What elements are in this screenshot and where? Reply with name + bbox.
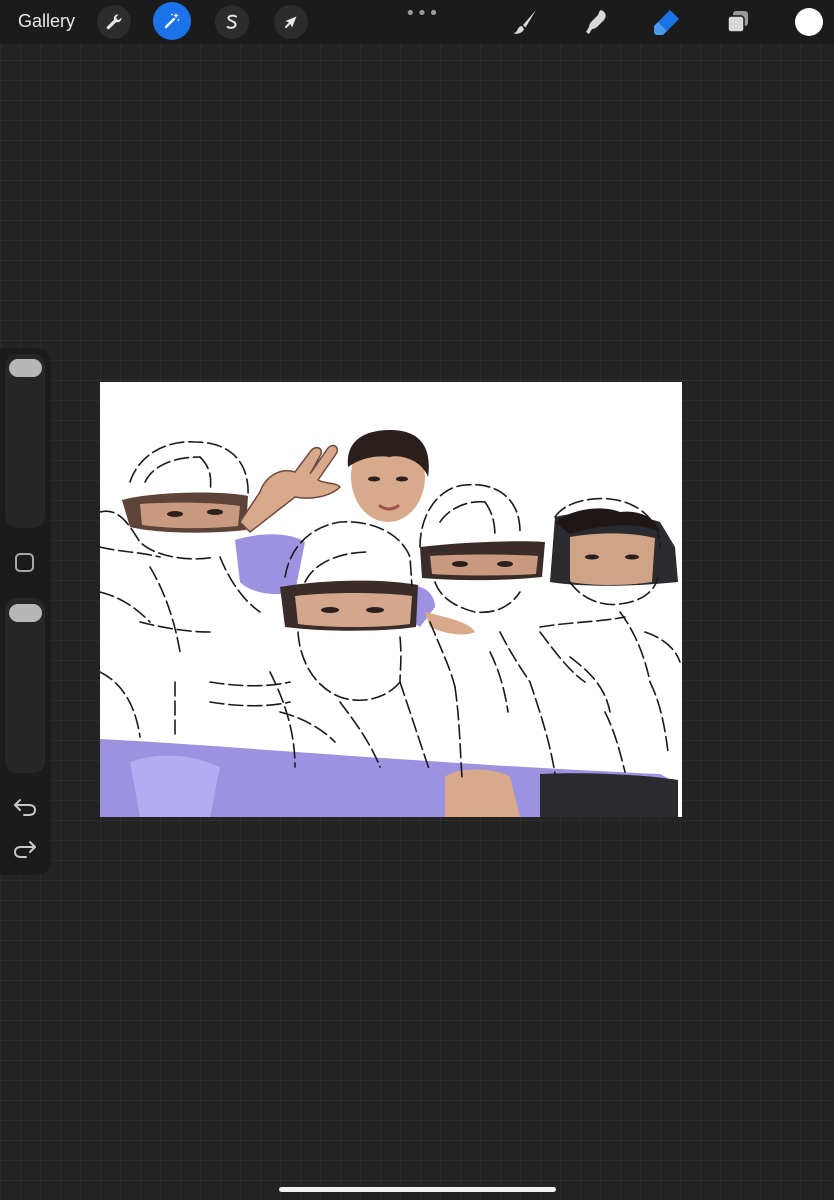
brush-button[interactable]: [509, 6, 541, 38]
gallery-button[interactable]: Gallery: [18, 11, 75, 32]
redo-icon[interactable]: [12, 838, 38, 860]
undo-icon[interactable]: [12, 796, 38, 818]
brush-size-handle[interactable]: [9, 359, 42, 377]
home-indicator[interactable]: [279, 1187, 556, 1192]
transform-button[interactable]: [274, 5, 308, 39]
fist-region: [445, 769, 520, 817]
adjustments-button[interactable]: [153, 2, 191, 40]
canvas-artwork: [100, 430, 681, 817]
smudge-button[interactable]: [580, 6, 612, 38]
left-sidebar: [0, 348, 51, 875]
magic-wand-icon: [164, 13, 180, 29]
actions-button[interactable]: [97, 5, 131, 39]
color-picker-button[interactable]: [795, 8, 823, 36]
square-modifier-icon[interactable]: [15, 553, 34, 572]
layers-icon: [727, 11, 748, 33]
top-toolbar: Gallery •••: [0, 0, 834, 44]
eraser-icon: [654, 10, 679, 35]
brush-opacity-slider[interactable]: [5, 598, 45, 773]
selection-button[interactable]: [215, 5, 249, 39]
wrench-icon: [106, 14, 122, 30]
arrow-cursor-icon: [285, 16, 297, 28]
smudge-icon: [586, 10, 606, 34]
brush-icon: [513, 10, 536, 34]
drawing-canvas[interactable]: [100, 382, 682, 817]
brush-size-slider[interactable]: [5, 354, 45, 528]
selection-s-icon: [226, 14, 237, 29]
brush-opacity-handle[interactable]: [9, 604, 42, 622]
layers-button[interactable]: [722, 6, 754, 38]
more-options-button[interactable]: •••: [405, 3, 440, 24]
eraser-button[interactable]: [651, 6, 683, 38]
